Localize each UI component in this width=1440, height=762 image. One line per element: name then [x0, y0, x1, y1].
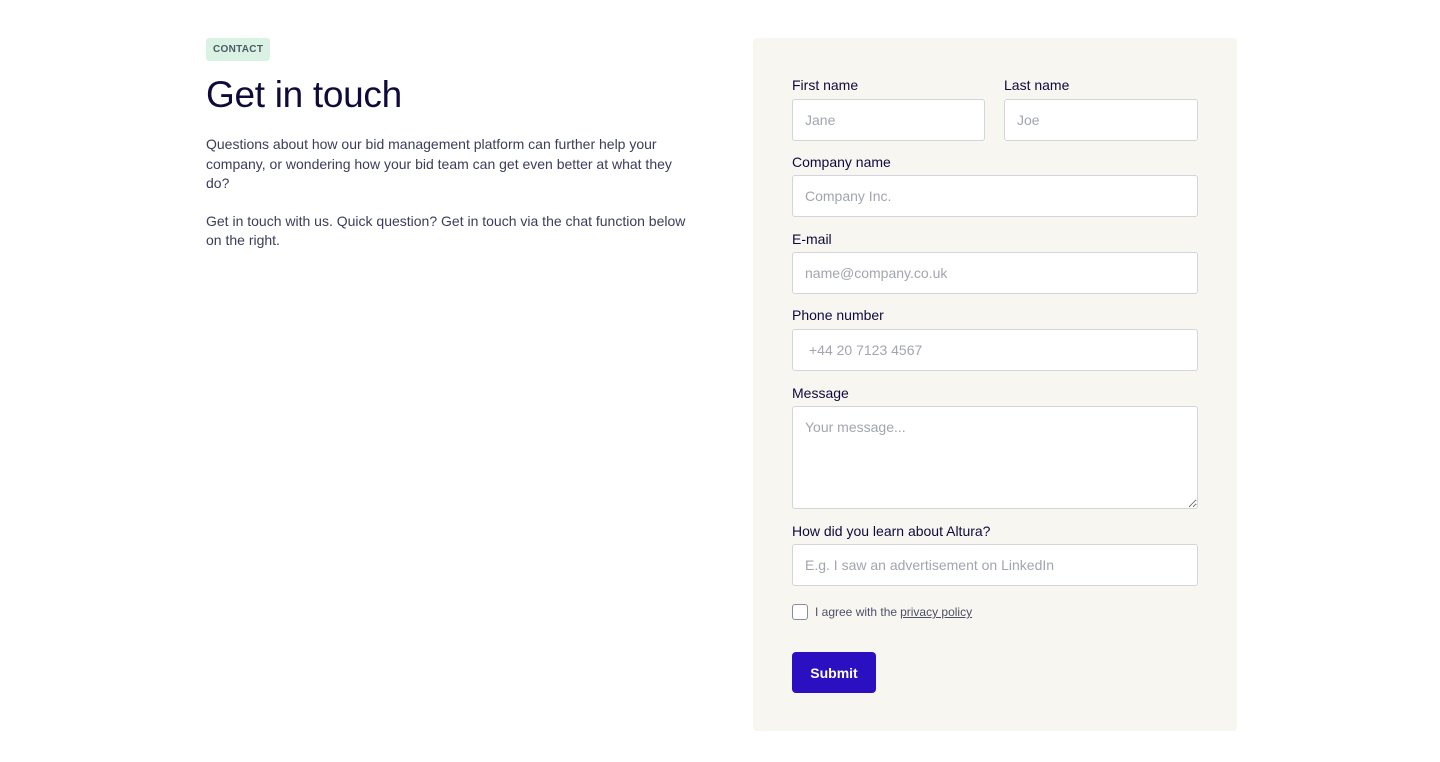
learn-about-label: How did you learn about Altura? — [792, 523, 991, 539]
privacy-checkbox[interactable] — [792, 604, 808, 620]
email-field[interactable] — [792, 252, 1198, 294]
last-name-input[interactable] — [1004, 99, 1198, 141]
intro-section: CONTACT Get in touch Questions about how… — [206, 38, 696, 251]
company-name-input[interactable] — [792, 175, 1198, 217]
section-badge: CONTACT — [206, 38, 271, 61]
company-name-label: Company name — [792, 154, 891, 170]
email-label: E-mail — [792, 231, 832, 247]
submit-button[interactable]: Submit — [792, 652, 876, 693]
first-name-input[interactable] — [792, 99, 985, 141]
agree-text: I agree with the — [815, 605, 898, 619]
phone-number-input[interactable] — [792, 329, 1198, 371]
message-textarea[interactable] — [792, 406, 1198, 509]
learn-about-input[interactable] — [792, 544, 1198, 586]
privacy-agreement: I agree with the privacy policy — [792, 604, 972, 620]
page-title: Get in touch — [206, 74, 402, 115]
phone-number-label: Phone number — [792, 307, 884, 323]
privacy-policy-link[interactable]: privacy policy — [900, 605, 972, 619]
message-label: Message — [792, 385, 849, 401]
last-name-label: Last name — [1004, 77, 1070, 93]
first-name-label: First name — [792, 77, 859, 93]
intro-paragraph-2: Get in touch with us. Quick question? Ge… — [206, 212, 686, 249]
intro-paragraph-1: Questions about how our bid management p… — [206, 136, 672, 191]
